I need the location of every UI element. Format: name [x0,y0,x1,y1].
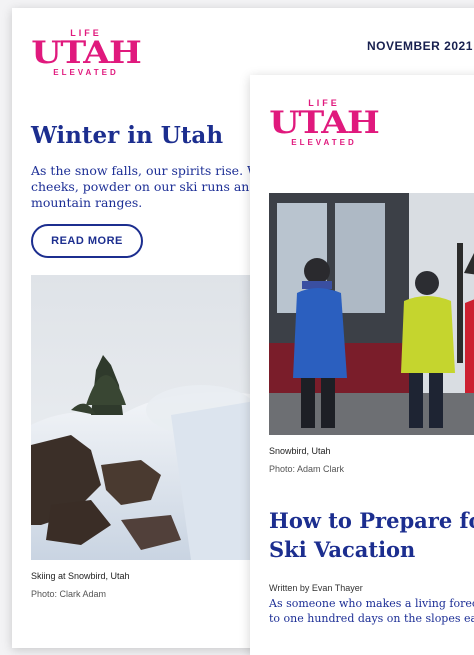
article-byline: Written by Evan Thayer [269,583,363,593]
snowbird-photo [269,193,474,435]
issue-date: NOVEMBER 2021 [367,39,473,53]
newsletter-photo-caption: Skiing at Snowbird, Utah [31,571,130,581]
life-elevated-logo: LIFE UTAH ELEVATED [30,28,142,77]
article-body-line1: As someone who makes a living forec [269,597,474,610]
skiing-photo [31,275,261,560]
article-title-line2: Ski Vacation [269,537,416,562]
newsletter-photo-credit: Photo: Clark Adam [31,589,107,599]
article-title-line1: How to Prepare fo [269,508,474,533]
read-more-button[interactable]: READ MORE [31,224,143,258]
life-elevated-logo-article: LIFE UTAH ELEVATED [268,98,380,147]
article-body-line2: to one hundred days on the slopes ea [269,612,474,625]
logo-utah-text: UTAH [31,35,142,71]
article-body: As someone who makes a living forec to o… [269,596,474,626]
newsletter-title: Winter in Utah [31,122,224,149]
article-card: LIFE UTAH ELEVATED Snowbird, Utah Photo:… [250,75,474,655]
article-photo-caption: Snowbird, Utah [269,446,331,456]
logo-utah-text: UTAH [269,105,380,141]
article-photo-credit: Photo: Adam Clark [269,464,345,474]
article-title: How to Prepare fo Ski Vacation [269,506,474,564]
newsletter-intro: As the snow falls, our spirits rise. We … [31,163,269,210]
